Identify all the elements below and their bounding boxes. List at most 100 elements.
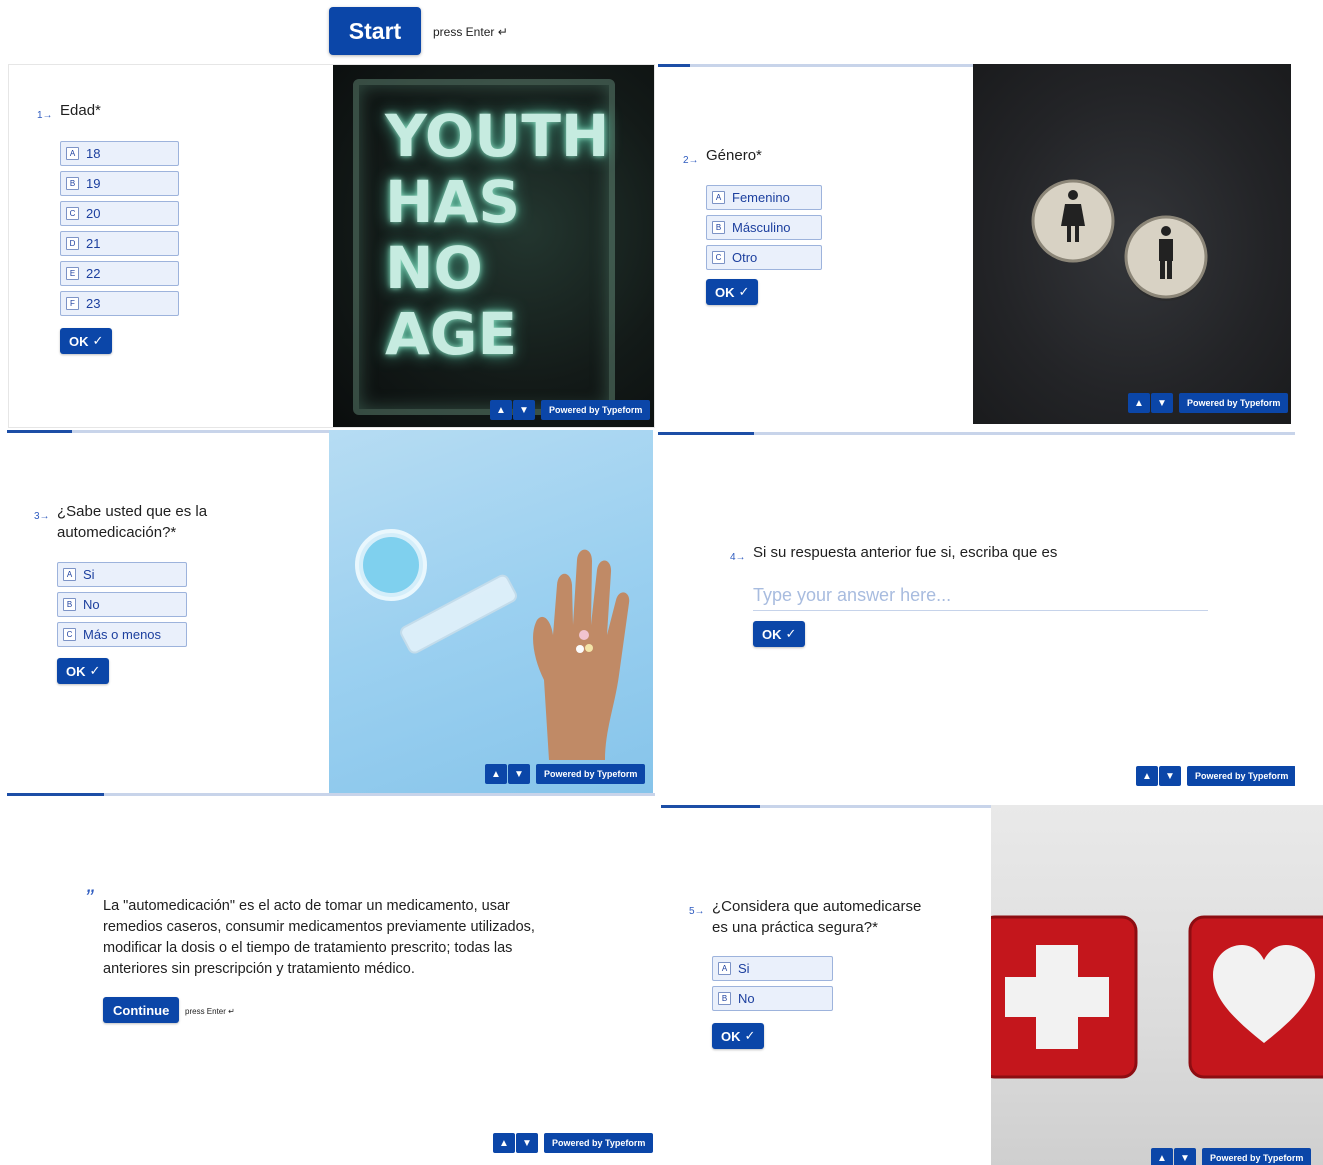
neon-sign-photo: YOUTH HAS NO AGE xyxy=(333,65,654,427)
start-label: Start xyxy=(348,17,402,44)
ok-label: OK xyxy=(69,333,89,349)
chevron-up-icon[interactable]: ▲ xyxy=(1128,393,1150,413)
choice-key: A xyxy=(718,962,731,975)
answer-input[interactable] xyxy=(753,581,1208,611)
choice-19[interactable]: B 19 xyxy=(60,171,179,196)
chevron-up-icon[interactable]: ▲ xyxy=(493,1133,515,1153)
chevron-down-icon[interactable]: ▼ xyxy=(516,1133,538,1153)
ok-button[interactable]: OK ✓ xyxy=(60,328,113,354)
question-panel-respuesta: 4→ Si su respuesta anterior fue si, escr… xyxy=(658,432,1295,789)
choice-si[interactable]: A Si xyxy=(712,956,833,981)
statement-text: La "automedicación" es el acto de tomar … xyxy=(103,896,535,980)
choice-key: A xyxy=(63,568,76,581)
choice-21[interactable]: D 21 xyxy=(60,231,179,256)
neon-line: NO xyxy=(385,234,483,302)
choice-key: C xyxy=(712,251,725,264)
powered-by-typeform-link[interactable]: Powered by Typeform xyxy=(1202,1148,1312,1165)
question-text-line: ¿Sabe usted que es la xyxy=(57,503,208,520)
ok-button[interactable]: OK ✓ xyxy=(706,279,759,305)
powered-by-typeform-link[interactable]: Powered by Typeform xyxy=(1179,393,1289,413)
question-number: 3→ xyxy=(34,511,50,522)
choice-si[interactable]: A Si xyxy=(57,562,187,587)
choice-18[interactable]: A 18 xyxy=(60,141,179,166)
restroom-signs xyxy=(1031,179,1208,301)
choice-key: C xyxy=(66,207,79,220)
check-icon: ✓ xyxy=(89,663,101,678)
choice-masculino[interactable]: B Másculino xyxy=(706,215,822,240)
question-panel-genero: 2→ Género* A Femenino B Másculino C Otro OK… xyxy=(658,64,1291,424)
statement-line: anteriores sin prescripción y tratamient… xyxy=(103,961,415,977)
powered-by-typeform-link[interactable]: Powered by Typeform xyxy=(541,400,651,420)
choices-segura: A Si B No xyxy=(712,956,833,1016)
powered-by-typeform-link[interactable]: Powered by Typeform xyxy=(544,1133,654,1153)
form-navigation: ▲ ▼ Powered by Typeform xyxy=(485,764,646,784)
chevron-down-icon[interactable]: ▼ xyxy=(1151,393,1173,413)
question-number: 5→ xyxy=(689,906,705,917)
choice-key: B xyxy=(63,598,76,611)
question-edad: 1→ Edad* xyxy=(37,100,101,121)
chevron-down-icon[interactable]: ▼ xyxy=(1174,1148,1196,1165)
ok-label: OK xyxy=(715,284,735,300)
chevron-up-icon[interactable]: ▲ xyxy=(485,764,507,784)
question-panel-edad: 1→ Edad* A 18 B 19 C 20 D 21 E 22 F 23 OK ✓ YOU… xyxy=(8,64,655,428)
question-number: 1→ xyxy=(37,110,53,121)
choice-key: A xyxy=(712,191,725,204)
chevron-down-icon[interactable]: ▼ xyxy=(508,764,530,784)
statement-line: remedios caseros, consumir medicamentos … xyxy=(103,919,535,935)
ok-button[interactable]: OK ✓ xyxy=(753,621,806,647)
question-respuesta: 4→ Si su respuesta anterior fue si, escr… xyxy=(730,542,1058,563)
question-text: Si su respuesta anterior fue si, escriba… xyxy=(753,544,1058,561)
choice-femenino[interactable]: A Femenino xyxy=(706,185,822,210)
choices-edad: A 18 B 19 C 20 D 21 E 22 F 23 xyxy=(60,141,179,321)
statement-line: La "automedicación" es el acto de tomar … xyxy=(103,898,510,914)
quote-mark-icon: ” xyxy=(85,885,93,912)
statement-line: modificar la dosis o el tiempo de tratam… xyxy=(103,940,513,956)
first-aid-photo xyxy=(991,805,1323,1165)
form-navigation: ▲ ▼ Powered by Typeform xyxy=(493,1133,654,1153)
choice-key: C xyxy=(63,628,76,641)
question-number: 2→ xyxy=(683,155,699,166)
choice-key: E xyxy=(66,267,79,280)
question-text-line: ¿Considera que automedicarse xyxy=(712,898,922,915)
chevron-up-icon[interactable]: ▲ xyxy=(1136,766,1158,786)
hand xyxy=(533,549,630,760)
choice-label: 19 xyxy=(86,176,101,191)
choice-label: Másculino xyxy=(732,220,791,235)
chevron-down-icon[interactable]: ▼ xyxy=(1159,766,1181,786)
neon-line: YOUTH xyxy=(385,102,610,170)
choice-otro[interactable]: C Otro xyxy=(706,245,822,270)
check-icon: ✓ xyxy=(738,284,750,299)
choice-label: 22 xyxy=(86,266,101,281)
powered-by-typeform-link[interactable]: Powered by Typeform xyxy=(536,764,646,784)
ok-button[interactable]: OK ✓ xyxy=(712,1023,765,1049)
continue-button[interactable]: Continue xyxy=(103,997,180,1023)
start-button[interactable]: Start xyxy=(329,7,421,55)
choice-no[interactable]: B No xyxy=(712,986,833,1011)
ok-button[interactable]: OK ✓ xyxy=(57,658,110,684)
choice-mas-o-menos[interactable]: C Más o menos xyxy=(57,622,187,647)
powered-by-typeform-link[interactable]: Powered by Typeform xyxy=(1187,766,1295,786)
restroom-signs-photo xyxy=(973,64,1291,424)
choice-22[interactable]: E 22 xyxy=(60,261,179,286)
question-segura: 5→ ¿Considera que automedicarse es una p… xyxy=(689,896,922,938)
check-icon: ✓ xyxy=(785,626,797,641)
progress-bar xyxy=(658,432,1295,435)
question-text: Edad* xyxy=(60,102,101,119)
choice-key: D xyxy=(66,237,79,250)
choice-20[interactable]: C 20 xyxy=(60,201,179,226)
choice-label: No xyxy=(738,991,755,1006)
choice-label: 23 xyxy=(86,296,101,311)
neon-line: AGE xyxy=(385,300,518,368)
ok-label: OK xyxy=(66,663,86,679)
choice-no[interactable]: B No xyxy=(57,592,187,617)
progress-bar xyxy=(7,793,655,796)
pills-hand-photo xyxy=(329,430,653,795)
question-number: 4→ xyxy=(730,552,746,563)
chevron-down-icon[interactable]: ▼ xyxy=(513,400,535,420)
chevron-up-icon[interactable]: ▲ xyxy=(1151,1148,1173,1165)
question-text-line: automedicación?* xyxy=(57,524,177,541)
choice-23[interactable]: F 23 xyxy=(60,291,179,316)
chevron-up-icon[interactable]: ▲ xyxy=(490,400,512,420)
ok-label: OK xyxy=(762,626,782,642)
question-genero: 2→ Género* xyxy=(683,145,762,166)
